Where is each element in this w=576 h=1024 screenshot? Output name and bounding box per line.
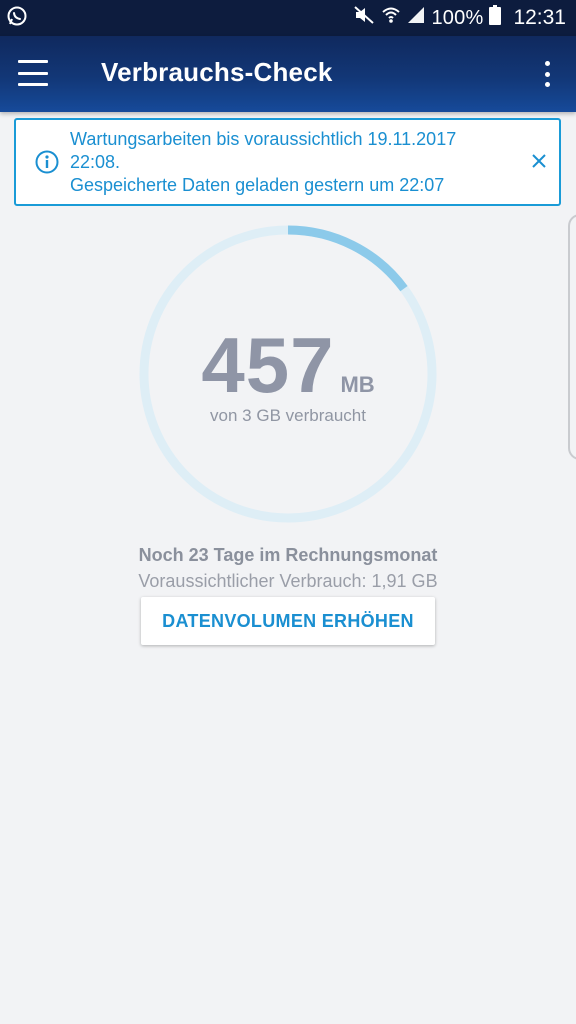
usage-number: 457: [201, 321, 335, 409]
gauge-progress-arc: [287, 225, 408, 292]
increase-data-volume-button[interactable]: DATENVOLUMEN ERHÖHEN: [141, 597, 435, 645]
usage-value: 457 MB: [136, 320, 440, 411]
banner-message: Wartungsarbeiten bis voraussichtlich 19.…: [70, 128, 510, 197]
clock: 12:31: [513, 6, 566, 29]
battery-icon: [489, 5, 502, 31]
banner-line-1: Wartungsarbeiten bis voraussichtlich 19.…: [70, 129, 457, 149]
signal-icon: [407, 6, 425, 30]
app-toolbar: Verbrauchs-Check: [0, 36, 576, 112]
banner-line-2: 22:08.: [70, 152, 121, 172]
hamburger-menu-icon[interactable]: [18, 60, 48, 86]
maintenance-banner: Wartungsarbeiten bis voraussichtlich 19.…: [14, 118, 561, 206]
more-vert-icon[interactable]: [542, 61, 552, 87]
edge-panel-handle[interactable]: [568, 214, 576, 460]
forecast-usage: Voraussichtlicher Verbrauch: 1,91 GB: [138, 571, 438, 591]
battery-percent: 100%: [431, 6, 484, 29]
days-remaining: Noch 23 Tage im Rechnungsmonat: [138, 545, 438, 565]
banner-line-3: Gespeicherte Daten geladen gestern um 22…: [70, 175, 445, 195]
mute-icon: [353, 5, 375, 31]
usage-caption: von 3 GB verbraucht: [210, 406, 366, 425]
info-icon: [35, 150, 59, 174]
usage-gauge: 457 MB von 3 GB verbraucht: [136, 222, 440, 526]
status-bar: 100% 12:31: [0, 0, 576, 36]
page-title: Verbrauchs-Check: [101, 57, 333, 87]
wifi-icon: [381, 5, 401, 31]
close-icon[interactable]: [531, 153, 547, 169]
usage-unit: MB: [340, 372, 375, 397]
whatsapp-icon: [6, 5, 28, 32]
